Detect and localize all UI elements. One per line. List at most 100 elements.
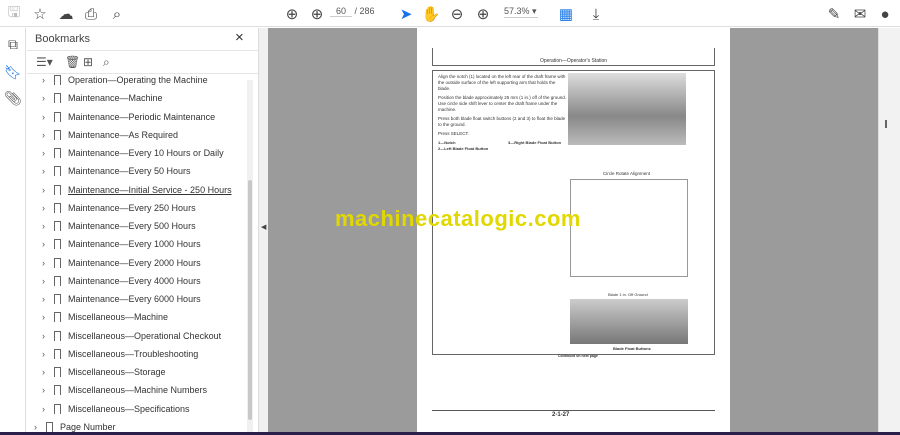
options-menu-icon[interactable]: ☰▾: [36, 55, 53, 69]
chevron-right-icon[interactable]: ›: [42, 75, 45, 85]
bookmark-label: Page Number: [60, 421, 116, 432]
bookmarks-icon[interactable]: 🔖︎: [4, 64, 22, 82]
bookmark-icon: [54, 294, 61, 304]
bookmark-label: Maintenance—Every 4000 Hours: [68, 275, 201, 286]
star-icon[interactable]: ☆: [30, 4, 50, 24]
bookmark-item[interactable]: › Operation—Operating the Machine: [27, 74, 247, 89]
chevron-right-icon[interactable]: ›: [42, 112, 45, 122]
zoom-out-icon[interactable]: ⊖: [447, 4, 467, 24]
bookmark-list: › Operation—Operating the Machine › Mainten…: [27, 74, 247, 435]
bookmark-icon: [54, 348, 61, 359]
page-thumbnails-icon[interactable]: ⧉: [4, 36, 22, 54]
bookmark-item[interactable]: › Miscellaneous—Machine: [27, 308, 247, 326]
search-icon[interactable]: ⌕: [107, 4, 127, 24]
scroll-mode-icon[interactable]: ⤓: [586, 4, 606, 24]
chevron-right-icon[interactable]: ›: [42, 385, 45, 395]
bookmark-icon: [54, 275, 61, 286]
bookmark-icon: [54, 257, 61, 268]
bookmark-item[interactable]: › Maintenance—Every 250 Hours: [27, 199, 247, 217]
account-icon[interactable]: ●: [875, 4, 895, 24]
select-cursor-icon[interactable]: ➤: [396, 4, 416, 24]
document-scrollbar[interactable]: [878, 28, 900, 432]
bookmarks-scrollbar[interactable]: [247, 80, 253, 435]
next-page-icon[interactable]: ⊕: [307, 4, 327, 24]
bookmark-item[interactable]: › Maintenance—Every 4000 Hours: [27, 272, 247, 290]
bookmark-label: Miscellaneous—Machine: [68, 312, 169, 323]
find-bookmark-icon[interactable]: ⌕: [103, 55, 110, 70]
save-icon[interactable]: 🖫: [4, 4, 24, 24]
bookmark-label: Maintenance—Every 50 Hours: [68, 166, 191, 177]
chevron-right-icon[interactable]: ›: [42, 331, 45, 341]
chevron-right-icon[interactable]: ›: [42, 258, 45, 268]
bookmark-icon: [54, 312, 61, 323]
bookmark-item[interactable]: › Miscellaneous—Machine Numbers: [27, 381, 247, 399]
zoom-value: 57.3%: [504, 6, 530, 16]
hand-tool-icon[interactable]: ✋: [421, 4, 441, 24]
paragraph: Press both blade float switch buttons (2…: [438, 116, 566, 127]
bookmark-icon: [54, 166, 61, 177]
bookmark-icon: [54, 239, 61, 250]
watermark: machinecatalogic.com: [335, 206, 581, 231]
bookmark-item[interactable]: › Maintenance—As Required: [27, 126, 247, 144]
chevron-right-icon[interactable]: ›: [34, 422, 37, 432]
bookmark-item[interactable]: › Miscellaneous—Operational Checkout: [27, 327, 247, 345]
panel-splitter[interactable]: ◀: [258, 28, 268, 435]
collapse-arrow-icon[interactable]: ◀: [261, 223, 266, 231]
chevron-right-icon[interactable]: ›: [42, 93, 45, 103]
bookmark-item[interactable]: › Miscellaneous—Storage: [27, 363, 247, 381]
chevron-right-icon[interactable]: ›: [42, 367, 45, 377]
paragraph: Align the notch (1) located on the left …: [438, 74, 566, 91]
bookmark-icon: [54, 75, 61, 85]
bookmark-label: Maintenance—Every 6000 Hours: [68, 294, 201, 304]
bookmark-label: Miscellaneous—Troubleshooting: [68, 348, 199, 359]
bookmark-label: Maintenance—Machine: [68, 93, 163, 104]
chevron-right-icon[interactable]: ›: [42, 276, 45, 286]
bookmark-label: Maintenance—Initial Service - 250 Hours: [68, 184, 232, 195]
bookmark-icon: [54, 148, 61, 158]
bookmark-item[interactable]: › Maintenance—Every 10 Hours or Daily: [27, 144, 247, 162]
upload-cloud-icon[interactable]: ☁: [56, 4, 76, 24]
bookmark-item[interactable]: › Maintenance—Machine: [27, 89, 247, 107]
page-fit-icon[interactable]: ▦: [556, 4, 576, 24]
bookmark-item[interactable]: › Maintenance—Every 1000 Hours: [27, 235, 247, 253]
bookmark-label: Maintenance—Every 250 Hours: [68, 202, 196, 213]
bookmark-item[interactable]: › Maintenance—Periodic Maintenance: [27, 108, 247, 126]
chevron-right-icon[interactable]: ›: [42, 239, 45, 249]
add-bookmark-icon[interactable]: ⊞: [83, 55, 93, 69]
paragraph: Position the blade approximately 25 mm (…: [438, 95, 566, 112]
fill-sign-icon[interactable]: ✎: [824, 4, 844, 24]
delete-icon[interactable]: 🗑︎: [65, 55, 80, 69]
bookmark-icon: [54, 385, 61, 396]
page-number-input[interactable]: [330, 6, 352, 17]
chevron-right-icon[interactable]: ›: [42, 166, 45, 176]
chevron-right-icon[interactable]: ›: [42, 130, 45, 140]
page-total: / 286: [354, 6, 375, 16]
bookmark-item[interactable]: › Maintenance—Initial Service - 250 Hours: [27, 181, 247, 199]
attachments-icon[interactable]: 📎︎: [4, 90, 22, 108]
bookmark-item[interactable]: › Maintenance—Every 50 Hours: [27, 162, 247, 180]
chevron-right-icon[interactable]: ›: [42, 221, 45, 231]
zoom-in-icon[interactable]: ⊕: [473, 4, 493, 24]
chevron-right-icon[interactable]: ›: [42, 185, 45, 195]
zoom-level-select[interactable]: 57.3% ▾: [504, 6, 538, 18]
bookmark-label: Miscellaneous—Operational Checkout: [68, 330, 222, 341]
print-icon[interactable]: ⎙: [81, 4, 101, 24]
continued-note: Continued on next page: [558, 354, 598, 358]
chevron-right-icon[interactable]: ›: [42, 203, 45, 213]
bookmark-item[interactable]: › Maintenance—Every 500 Hours: [27, 217, 247, 235]
chevron-right-icon[interactable]: ›: [42, 312, 45, 322]
bookmark-item[interactable]: › Miscellaneous—Specifications: [27, 400, 247, 418]
page-navigator: / 286: [330, 6, 375, 17]
close-icon[interactable]: ×: [235, 29, 244, 46]
chevron-right-icon[interactable]: ›: [42, 148, 45, 158]
chevron-right-icon[interactable]: ›: [42, 404, 45, 414]
chevron-right-icon[interactable]: ›: [42, 294, 45, 304]
chevron-right-icon[interactable]: ›: [42, 349, 45, 359]
bookmark-item[interactable]: › Maintenance—Every 6000 Hours: [27, 290, 247, 308]
email-icon[interactable]: ✉: [850, 4, 870, 24]
bookmark-item[interactable]: › Miscellaneous—Troubleshooting: [27, 345, 247, 363]
previous-page-icon[interactable]: ⊕: [282, 4, 302, 24]
bookmark-label: Maintenance—Every 500 Hours: [68, 221, 196, 231]
bookmark-item[interactable]: › Maintenance—Every 2000 Hours: [27, 254, 247, 272]
toolbar: 🖫 ☆ ☁ ⎙ ⌕ ⊕ ⊕ / 286 ➤ ✋ ⊖ ⊕ 57.3% ▾ ▦ ⤓ …: [0, 0, 900, 27]
